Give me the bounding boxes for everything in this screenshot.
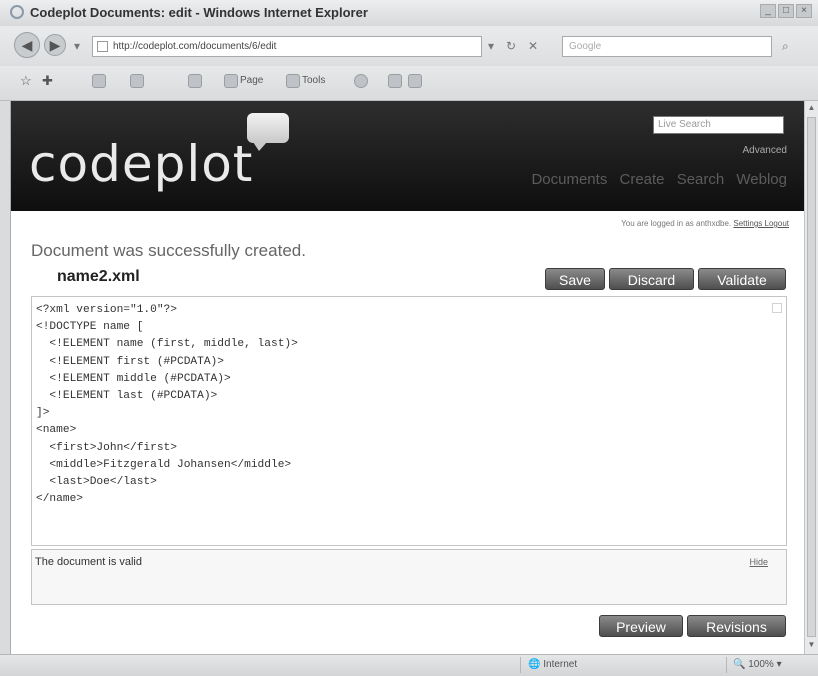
help-icon[interactable] (354, 74, 368, 88)
feeds-icon[interactable] (130, 74, 144, 88)
address-dropdown-icon[interactable]: ▾ (488, 36, 494, 57)
flash-message: Document was successfully created. (31, 241, 306, 260)
status-divider (520, 657, 521, 673)
site-header: codeplot Live Search Advanced Documents … (11, 101, 805, 211)
address-text: http://codeplot.com/documents/6/edit (113, 41, 277, 52)
save-button[interactable]: Save (545, 268, 605, 290)
main-nav: Documents Create Search Weblog (525, 171, 787, 188)
page-viewport: codeplot Live Search Advanced Documents … (10, 101, 805, 654)
maximize-button[interactable]: □ (778, 4, 794, 18)
discard-button[interactable]: Discard (609, 268, 694, 290)
zoom-value: 100% (748, 659, 774, 670)
nav-create[interactable]: Create (620, 171, 665, 188)
close-button[interactable]: × (796, 4, 812, 18)
preview-button[interactable]: Preview (599, 615, 683, 637)
zone-label: Internet (543, 659, 578, 670)
site-search-input[interactable]: Live Search (653, 116, 784, 134)
print-icon[interactable] (188, 74, 202, 88)
code-text[interactable]: <?xml version="1.0"?> <!DOCTYPE name [ <… (32, 297, 786, 508)
revisions-button[interactable]: Revisions (687, 615, 786, 637)
add-favorites-icon[interactable]: ✚ (42, 73, 53, 89)
scroll-down-icon[interactable]: ▼ (806, 640, 817, 652)
refresh-icon[interactable]: ↻ (506, 36, 516, 57)
minimize-button[interactable]: _ (760, 4, 776, 18)
validate-button[interactable]: Validate (698, 268, 786, 290)
tools-gear-icon[interactable] (286, 74, 300, 88)
browser-search-input[interactable]: Google (562, 36, 772, 57)
document-title: name2.xml (57, 268, 140, 285)
window-controls: _ □ × (760, 4, 812, 18)
forward-arrow-icon[interactable]: ▶ (44, 34, 66, 56)
research-icon[interactable] (388, 74, 402, 88)
browser-status-bar: 🌐 Internet 🔍 100% ▾ (0, 654, 818, 676)
editor-resize-icon[interactable] (772, 303, 782, 313)
login-note: You are logged in as anthxdbe. (621, 219, 732, 228)
stop-icon[interactable]: ✕ (528, 36, 538, 57)
search-icon[interactable]: ⌕ (782, 36, 789, 57)
zoom-level[interactable]: 🔍 100% ▾ (733, 659, 782, 670)
history-dropdown-icon[interactable]: ▾ (74, 36, 80, 57)
security-zone[interactable]: 🌐 Internet (528, 659, 577, 670)
validation-message: The document is valid (35, 556, 142, 568)
speech-bubble-icon (247, 113, 289, 151)
advanced-search-link[interactable]: Advanced (743, 145, 787, 156)
login-status: You are logged in as anthxdbe. Settings … (621, 219, 789, 228)
page-icon (97, 41, 108, 52)
messenger-icon[interactable] (408, 74, 422, 88)
browser-window: Codeplot Documents: edit - Windows Inter… (0, 0, 818, 676)
back-arrow-icon[interactable]: ◀ (14, 32, 40, 58)
scroll-thumb[interactable] (807, 117, 816, 637)
address-row: ◀ ▶ ▾ http://codeplot.com/documents/6/ed… (0, 26, 818, 66)
window-title: Codeplot Documents: edit - Windows Inter… (30, 5, 368, 20)
status-divider (726, 657, 727, 673)
page-menu-icon[interactable] (224, 74, 238, 88)
nav-documents[interactable]: Documents (531, 171, 607, 188)
nav-weblog[interactable]: Weblog (736, 171, 787, 188)
home-icon[interactable] (92, 74, 106, 88)
scroll-up-icon[interactable]: ▲ (806, 103, 817, 115)
command-bar: ☆ ✚ Page Tools (0, 66, 818, 101)
ie-logo-icon (10, 5, 24, 19)
title-bar: Codeplot Documents: edit - Windows Inter… (0, 0, 818, 27)
site-logo[interactable]: codeplot (29, 135, 253, 193)
hide-link[interactable]: Hide (749, 557, 768, 567)
tools-menu[interactable]: Tools (302, 75, 325, 86)
code-editor[interactable]: <?xml version="1.0"?> <!DOCTYPE name [ <… (31, 296, 787, 546)
validation-panel: The document is valid Hide (31, 549, 787, 605)
vertical-scrollbar[interactable]: ▲ ▼ (804, 101, 818, 654)
address-bar[interactable]: http://codeplot.com/documents/6/edit (92, 36, 482, 57)
favorites-star-icon[interactable]: ☆ (20, 73, 32, 89)
logout-link[interactable]: Settings Logout (733, 219, 789, 228)
page-menu[interactable]: Page (240, 75, 263, 86)
nav-search[interactable]: Search (677, 171, 725, 188)
